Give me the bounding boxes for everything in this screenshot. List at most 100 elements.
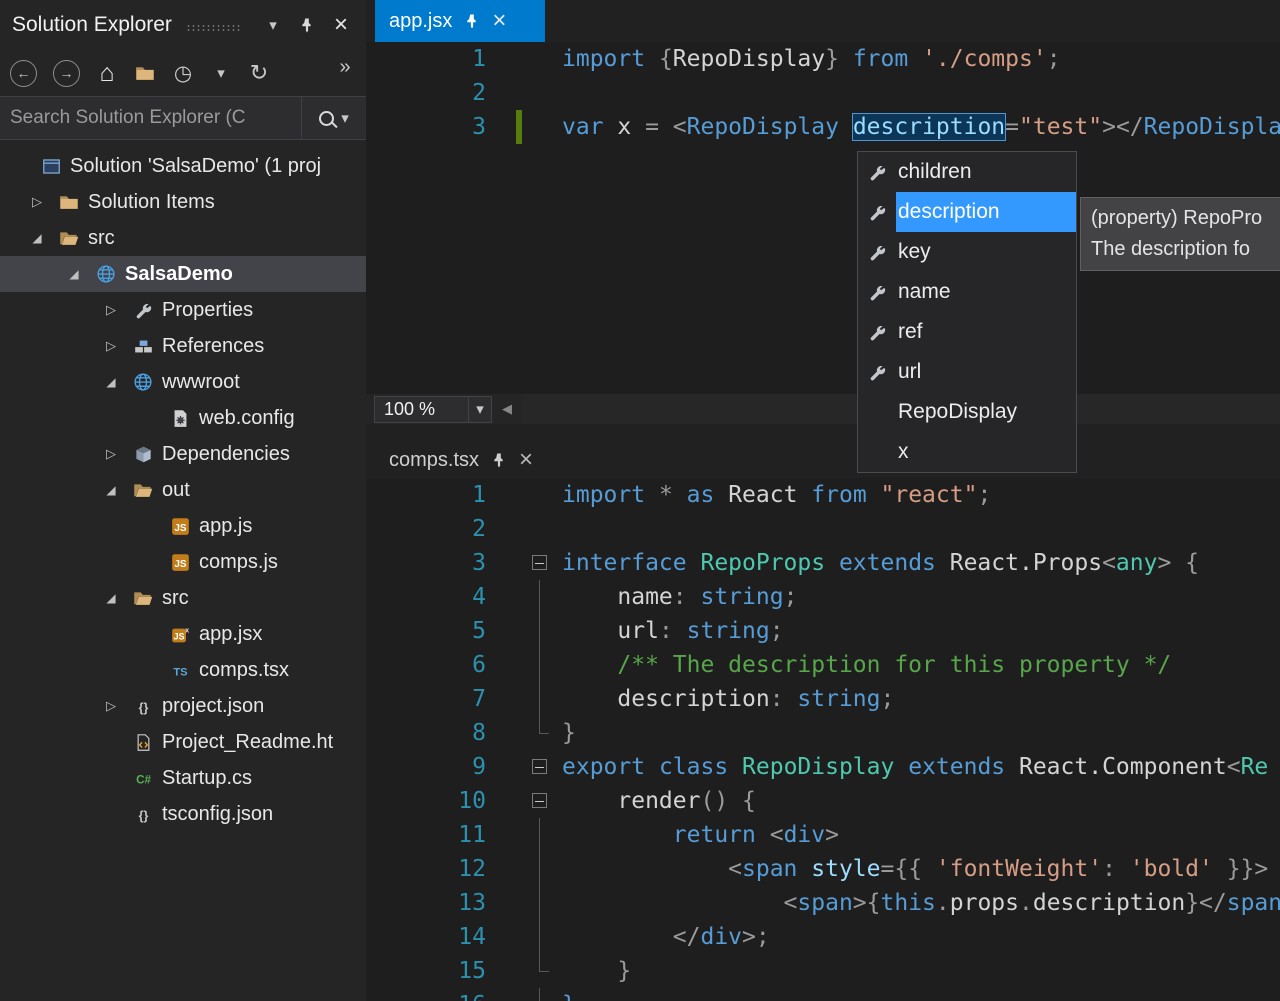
dropdown-icon[interactable] [210, 58, 232, 88]
fold-collapse-icon[interactable] [532, 759, 547, 774]
zoom-select[interactable]: 100 % [374, 396, 492, 423]
search-dropdown-icon[interactable] [341, 109, 349, 128]
code-line[interactable]: 14 </div>; [366, 920, 1280, 954]
drag-grip-icon[interactable] [186, 24, 240, 31]
completion-item-name[interactable]: name [858, 272, 1076, 312]
tree-item-comps-js[interactable]: JScomps.js [0, 544, 366, 580]
pin-icon[interactable] [491, 452, 507, 468]
tab-comps-tsx[interactable]: comps.tsx [375, 442, 547, 478]
tree-item-src[interactable]: src [0, 220, 366, 256]
window-position-icon[interactable] [260, 12, 286, 38]
code-token: 'bold' [1130, 856, 1213, 882]
overflow-chevron-icon[interactable] [334, 52, 356, 82]
completion-item-url[interactable]: url [858, 352, 1076, 392]
pin-icon[interactable] [294, 12, 320, 38]
tree-item-salsademo[interactable]: SalsaDemo [0, 256, 366, 292]
expander-arrow-icon[interactable] [94, 338, 128, 354]
home-icon[interactable] [96, 58, 118, 88]
code-text: } [562, 954, 631, 988]
solution-icon [36, 157, 66, 176]
fold-guide [539, 920, 540, 954]
tab-app-jsx[interactable]: app.jsx [375, 0, 545, 42]
tree-item-web-config[interactable]: web.config [0, 400, 366, 436]
forward-icon[interactable] [53, 60, 80, 87]
tree-item-properties[interactable]: Properties [0, 292, 366, 328]
tree-item-src[interactable]: src [0, 580, 366, 616]
jsx-file-icon: JSx [165, 625, 195, 644]
tree-item-project-json[interactable]: {}project.json [0, 688, 366, 724]
code-line[interactable]: 1import {RepoDisplay} from './comps'; [366, 42, 1280, 76]
expander-arrow-icon[interactable] [94, 375, 128, 389]
tree-item-solution-salsademo-1-proj[interactable]: Solution 'SalsaDemo' (1 proj [0, 148, 366, 184]
code-line[interactable]: 16} [366, 988, 1280, 1001]
code-token: () { [700, 788, 755, 814]
code-line[interactable]: 8} [366, 716, 1280, 750]
tree-item-solution-items[interactable]: Solution Items [0, 184, 366, 220]
code-token: from [811, 482, 866, 508]
completion-item-repodisplay[interactable]: RepoDisplay [858, 392, 1076, 432]
tree-item-wwwroot[interactable]: wwwroot [0, 364, 366, 400]
code-line[interactable]: 6 /** The description for this property … [366, 648, 1280, 682]
close-icon[interactable] [492, 9, 506, 34]
chevron-down-icon[interactable] [468, 397, 491, 422]
completion-item-ref[interactable]: ref [858, 312, 1076, 352]
expander-arrow-icon[interactable] [94, 446, 128, 462]
completion-label: description [896, 192, 1076, 232]
code-line[interactable]: 15 } [366, 954, 1280, 988]
search-icon[interactable] [319, 111, 334, 126]
close-icon[interactable] [519, 448, 533, 473]
code-line[interactable]: 1import * as React from "react"; [366, 478, 1280, 512]
completion-item-x[interactable]: x [858, 432, 1076, 472]
completion-item-children[interactable]: children [858, 152, 1076, 192]
expander-arrow-icon[interactable] [94, 483, 128, 497]
code-line[interactable]: 10 render() { [366, 784, 1280, 818]
scroll-left-icon[interactable] [492, 400, 522, 418]
tree-item-references[interactable]: References [0, 328, 366, 364]
tree-item-app-jsx[interactable]: JSxapp.jsx [0, 616, 366, 652]
tree-item-app-js[interactable]: JSapp.js [0, 508, 366, 544]
expander-arrow-icon[interactable] [20, 194, 54, 210]
expander-arrow-icon[interactable] [57, 267, 91, 281]
close-icon[interactable] [328, 12, 354, 38]
back-icon[interactable] [10, 60, 37, 87]
tree-item-comps-tsx[interactable]: TScomps.tsx [0, 652, 366, 688]
folder-icon[interactable] [134, 58, 156, 88]
code-line[interactable]: 12 <span style={{ 'fontWeight': 'bold' }… [366, 852, 1280, 886]
completion-item-key[interactable]: key [858, 232, 1076, 272]
code-line[interactable]: 2 [366, 512, 1280, 546]
fold-collapse-icon[interactable] [532, 555, 547, 570]
tree-item-tsconfig-json[interactable]: {}tsconfig.json [0, 796, 366, 832]
code-editor-comps-tsx[interactable]: 1import * as React from "react";23interf… [366, 478, 1280, 1001]
sync-icon[interactable] [248, 58, 270, 88]
search-input[interactable] [0, 107, 301, 129]
tree-item-label: Solution Items [88, 191, 215, 214]
expander-arrow-icon[interactable] [94, 302, 128, 318]
code-line[interactable]: 9export class RepoDisplay extends React.… [366, 750, 1280, 784]
code-token: : [770, 686, 798, 712]
code-line[interactable]: 3var x = <RepoDisplay description="test"… [366, 110, 1280, 144]
folder-open-icon [128, 588, 158, 608]
pending-changes-icon[interactable] [172, 58, 194, 88]
code-token: React.Component [1005, 754, 1227, 780]
code-line[interactable]: 4 name: string; [366, 580, 1280, 614]
code-line[interactable]: 11 return <div> [366, 818, 1280, 852]
code-line[interactable]: 7 description: string; [366, 682, 1280, 716]
expander-arrow-icon[interactable] [94, 591, 128, 605]
tree-item-dependencies[interactable]: Dependencies [0, 436, 366, 472]
code-token: extends [908, 754, 1005, 780]
pin-icon[interactable] [464, 13, 480, 29]
code-line[interactable]: 2 [366, 76, 1280, 110]
completion-item-description[interactable]: description [858, 192, 1076, 232]
code-line[interactable]: 13 <span>{this.props.description}</span> [366, 886, 1280, 920]
tree-item-project-readme-ht[interactable]: Project_Readme.ht [0, 724, 366, 760]
tree-item-startup-cs[interactable]: C#Startup.cs [0, 760, 366, 796]
tree-item-out[interactable]: out [0, 472, 366, 508]
tree-item-label: app.jsx [199, 623, 262, 646]
expander-arrow-icon[interactable] [94, 698, 128, 714]
code-line[interactable]: 5 url: string; [366, 614, 1280, 648]
fold-collapse-icon[interactable] [532, 793, 547, 808]
tree-item-label: src [162, 587, 189, 610]
expander-arrow-icon[interactable] [20, 231, 54, 245]
code-line[interactable]: 3interface RepoProps extends React.Props… [366, 546, 1280, 580]
editor-gutter [506, 954, 562, 988]
